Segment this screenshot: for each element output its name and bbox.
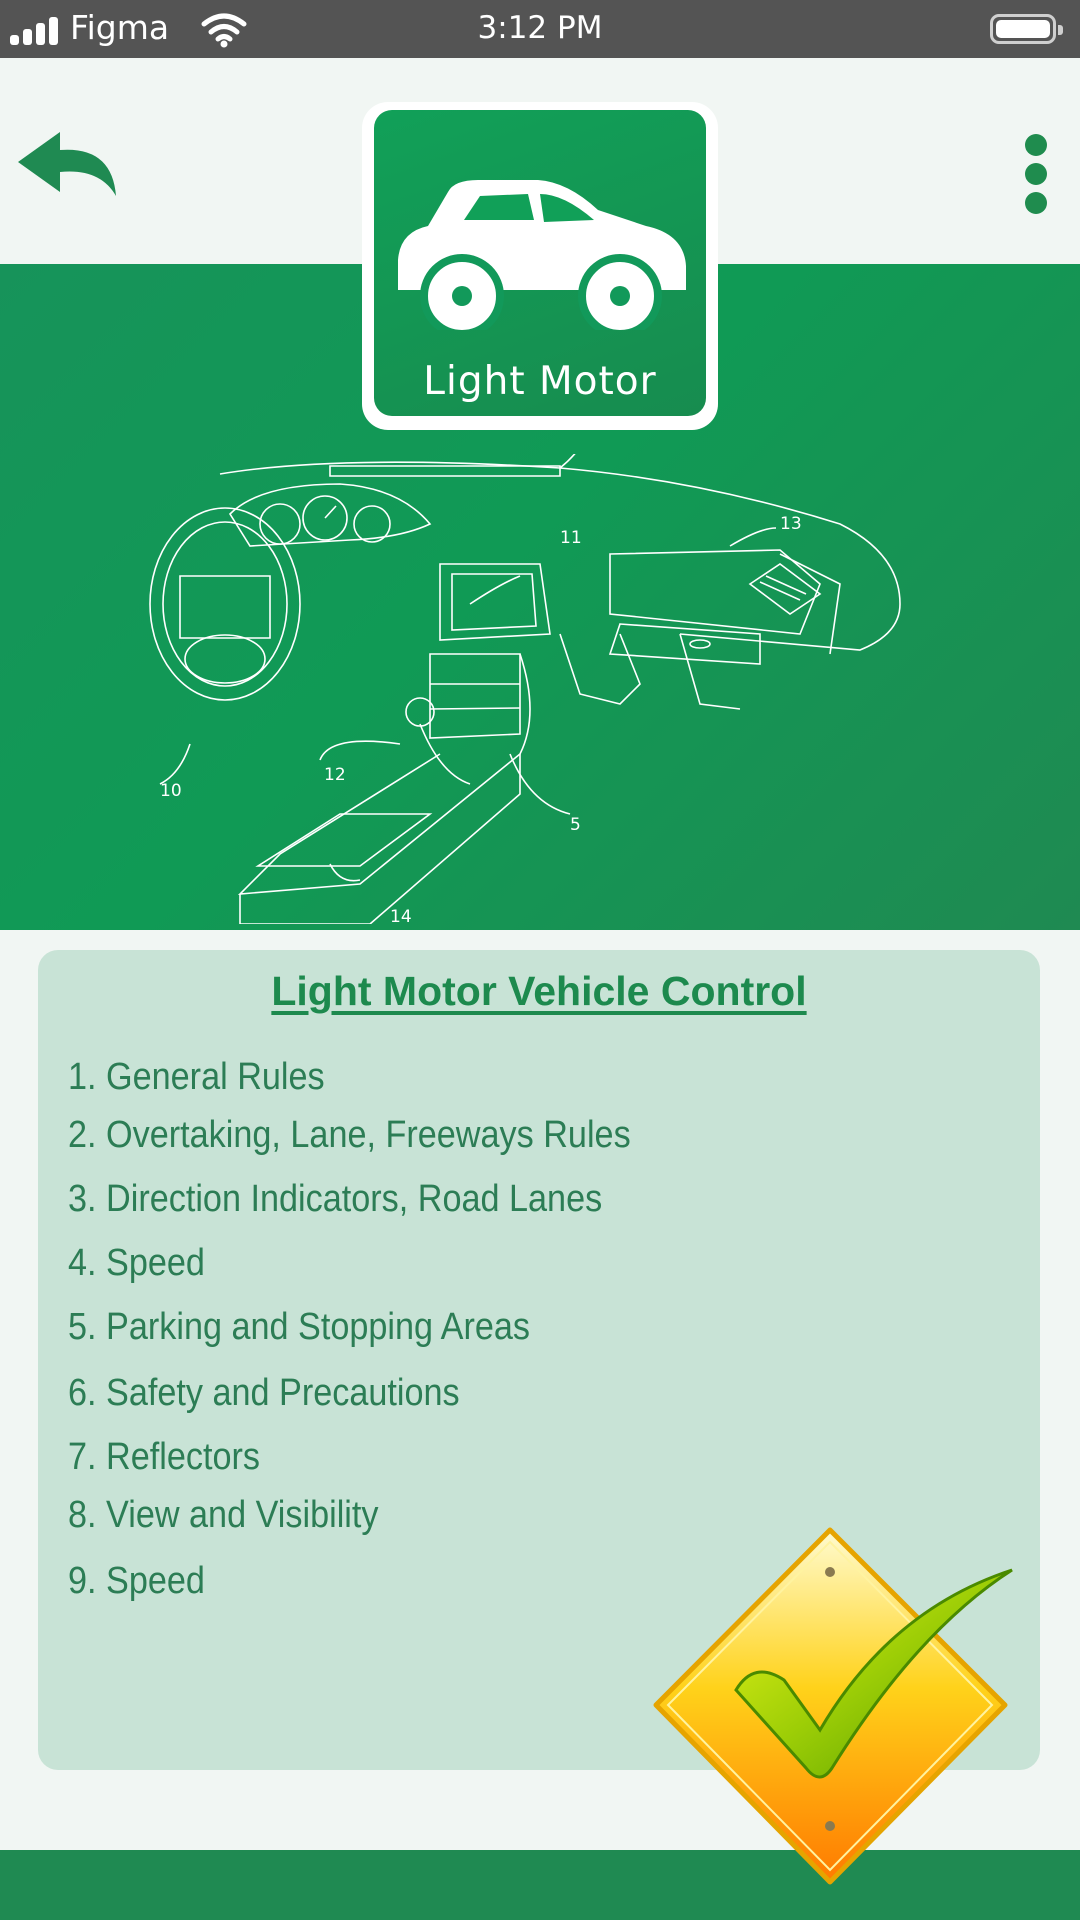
list-item[interactable]: 7. Reflectors [68, 1436, 260, 1479]
dashboard-illustration: 10 11 12 13 5 14 [149, 454, 901, 924]
callout-label: 11 [560, 528, 582, 548]
list-item[interactable]: 1. General Rules [68, 1056, 325, 1099]
list-item[interactable]: 8. View and Visibility [68, 1494, 379, 1537]
callout-label: 13 [780, 514, 802, 534]
category-card[interactable]: Light Motor [362, 102, 718, 430]
list-item[interactable]: 2. Overtaking, Lane, Freeways Rules [68, 1114, 631, 1157]
back-arrow-icon[interactable] [16, 130, 120, 202]
list-item[interactable]: 4. Speed [68, 1242, 205, 1285]
car-icon [398, 180, 686, 330]
callout-label: 10 [160, 781, 182, 801]
list-item[interactable]: 9. Speed [68, 1560, 205, 1603]
status-bar: Figma 3:12 PM [0, 0, 1080, 58]
callout-label: 14 [390, 907, 412, 924]
list-item[interactable]: 6. Safety and Precautions [68, 1372, 460, 1415]
panel-title: Light Motor Vehicle Control [271, 968, 807, 1014]
callout-label: 12 [324, 765, 346, 785]
more-vertical-icon[interactable] [1018, 130, 1054, 218]
checkmark-sign-icon [653, 1527, 1013, 1885]
list-item[interactable]: 5. Parking and Stopping Areas [68, 1306, 530, 1349]
category-label: Light Motor [423, 359, 657, 404]
status-time: 3:12 PM [477, 10, 603, 46]
callout-label: 5 [570, 815, 581, 835]
list-item[interactable]: 3. Direction Indicators, Road Lanes [68, 1178, 602, 1221]
battery-icon [990, 14, 1063, 44]
